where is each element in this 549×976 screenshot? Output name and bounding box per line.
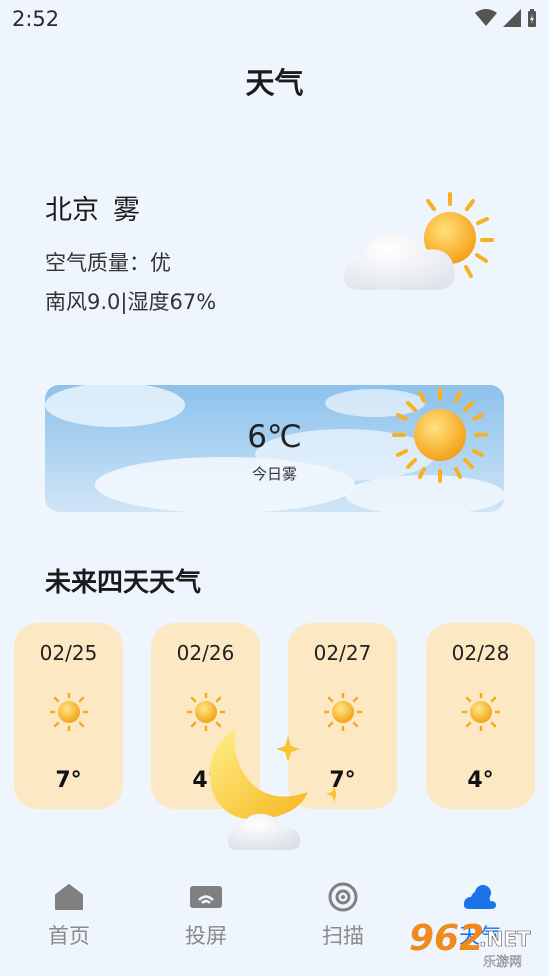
battery-icon [528,9,536,27]
nav-item-scan[interactable]: 扫描 [283,880,403,950]
city-name: 北京 [45,195,99,226]
current-condition: 雾 [113,195,140,226]
forecast-date: 02/26 [176,641,235,665]
today-card: 6℃ 今日雾 [45,385,504,512]
watermark-brand: 962 [409,918,484,959]
cast-icon [190,886,222,908]
nav-label: 首页 [48,924,90,948]
nav-label: 扫描 [322,924,364,948]
forecast-date: 02/28 [451,641,510,665]
weather-icon [463,885,496,909]
forecast-temp: 7° [55,768,82,793]
sun-icon [50,693,88,731]
status-bar: 2:52 [0,0,549,38]
sun-icon [462,693,500,731]
partly-cloudy-icon [343,192,494,290]
current-location: 北京雾 [45,188,140,227]
sun-icon [392,387,488,483]
nav-item-cast[interactable]: 投屏 [146,880,266,950]
nav-item-home[interactable]: 首页 [9,880,129,950]
watermark-logo: 962 .NET 乐游网 [409,918,531,970]
status-time: 2:52 [12,7,60,31]
forecast-card[interactable]: 02/25 7° [14,623,123,809]
forecast-temp: 4° [467,768,494,793]
forecast-heading: 未来四天天气 [45,568,202,598]
page-title: 天气 [245,66,304,100]
watermark-suffix: .NET [479,927,531,951]
forecast-card[interactable]: 02/28 4° [426,623,535,809]
wifi-icon [475,9,497,26]
forecast-date: 02/25 [39,641,98,665]
signal-icon [503,9,521,27]
watermark-caption: 乐游网 [483,955,522,970]
status-icons [475,9,537,27]
forecast-date: 02/27 [313,641,372,665]
home-icon [55,884,83,910]
moon-cloud-icon [209,728,336,850]
wind-humidity: 南风9.0|湿度67% [45,290,217,314]
nav-label: 投屏 [185,924,227,948]
target-icon [328,882,358,912]
air-quality: 空气质量：优 [45,251,171,275]
